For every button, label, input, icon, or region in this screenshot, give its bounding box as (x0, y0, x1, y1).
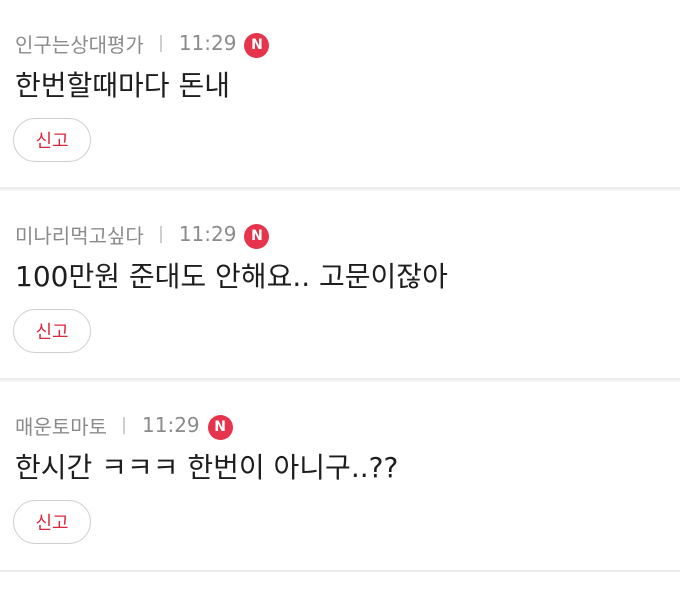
new-badge: N (244, 32, 270, 58)
comment-text: 100만원 준대도 안해요.. 고문이잖아 (15, 260, 448, 293)
comment-author[interactable]: 미나리먹고싶다 (15, 220, 144, 249)
comment-item: 매운토마토 11:29 N 한시간 ㅋㅋㅋ 한번이 아니구..?? 신고 (0, 382, 680, 572)
meta-divider (159, 34, 162, 52)
next-comment-edge (0, 572, 680, 592)
comment-text: 한번할때마다 돈내 (15, 69, 230, 102)
comment-time: 11:29 (142, 413, 200, 437)
report-button[interactable]: 신고 (13, 118, 91, 162)
comment-meta: 인구는상대평가 11:29 N (15, 29, 270, 58)
meta-divider (123, 416, 125, 434)
comment-author[interactable]: 매운토마토 (15, 411, 107, 440)
comment-meta: 매운토마토 11:29 N (15, 411, 233, 440)
new-badge: N (244, 223, 270, 249)
meta-divider (159, 225, 162, 243)
comment-list: 인구는상대평가 11:29 N 한번할때마다 돈내 신고 미나리먹고싶다 11:… (0, 0, 680, 592)
report-button[interactable]: 신고 (13, 500, 91, 544)
comment-meta: 미나리먹고싶다 11:29 N (15, 220, 270, 249)
comment-item: 인구는상대평가 11:29 N 한번할때마다 돈내 신고 (0, 0, 680, 189)
comment-time: 11:29 (178, 222, 237, 246)
report-button[interactable]: 신고 (13, 309, 91, 353)
comment-text: 한시간 ㅋㅋㅋ 한번이 아니구..?? (15, 451, 399, 484)
comment-item: 미나리먹고싶다 11:29 N 100만원 준대도 안해요.. 고문이잖아 신고 (0, 191, 680, 380)
new-badge: N (207, 414, 233, 440)
comment-author[interactable]: 인구는상대평가 (15, 29, 144, 58)
comment-time: 11:29 (178, 31, 237, 55)
